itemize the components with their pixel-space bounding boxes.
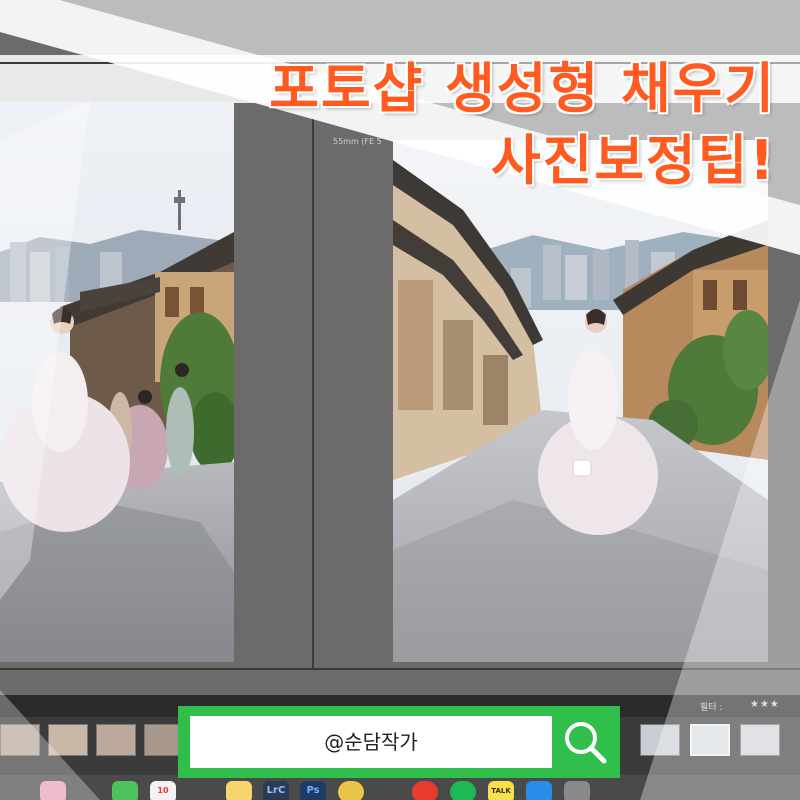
notes-app-icon[interactable]: [226, 781, 252, 800]
after-photo[interactable]: [393, 140, 768, 662]
youtube-music-icon[interactable]: [412, 781, 438, 800]
facetime-app-icon[interactable]: [112, 781, 138, 800]
filmstrip-thumbnail-selected[interactable]: [690, 724, 730, 756]
filmstrip-thumbnail[interactable]: [640, 724, 680, 756]
search-input[interactable]: @순담작가: [190, 716, 552, 768]
search-icon: [565, 722, 607, 764]
photos-app-icon[interactable]: [40, 781, 66, 800]
photo-lens-info: 55mm (FE 5: [333, 137, 382, 146]
headline-line-1: 포토샵 생성형 채우기: [268, 56, 776, 121]
chrome-icon[interactable]: [338, 781, 364, 800]
lightroom-classic-icon[interactable]: LrC: [263, 781, 289, 800]
before-photo-image: [0, 102, 234, 662]
filmstrip-thumbnail[interactable]: [0, 724, 40, 756]
app-store-icon[interactable]: [526, 781, 552, 800]
calendar-app-icon[interactable]: 10: [150, 781, 176, 800]
after-photo-image: [393, 140, 768, 662]
search-button[interactable]: [556, 713, 614, 771]
panel-bottom-divider: [0, 668, 800, 670]
photoshop-icon[interactable]: Ps: [300, 781, 326, 800]
filmstrip-thumbnail[interactable]: [96, 724, 136, 756]
panel-divider[interactable]: [312, 102, 314, 670]
filter-label: 필터 :: [700, 703, 723, 713]
system-settings-icon[interactable]: [564, 781, 590, 800]
spotify-icon[interactable]: [450, 781, 476, 800]
filmstrip-thumbnail[interactable]: [740, 724, 780, 756]
headline-line-2: 사진보정팁!: [490, 128, 776, 193]
rating-filter-stars[interactable]: ★★★: [750, 699, 780, 710]
kakaotalk-icon[interactable]: TALK: [488, 781, 514, 800]
filmstrip-thumbnail[interactable]: [48, 724, 88, 756]
before-photo[interactable]: [0, 102, 234, 662]
